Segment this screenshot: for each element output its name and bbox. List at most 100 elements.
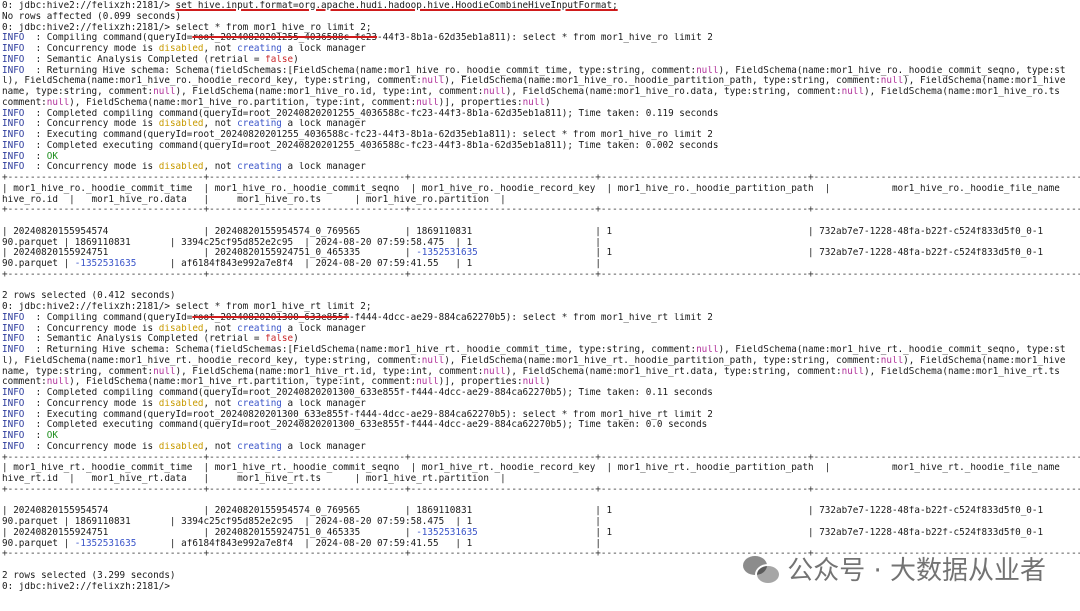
terminal-text-segment: a lock manager xyxy=(281,441,366,452)
terminal-text-segment: : Concurrency mode is xyxy=(30,441,159,452)
terminal-line: INFO : Compiling command(queryId=root_20… xyxy=(0,33,1080,44)
terminal-text-segment: l), FieldSchema(name:mor1_hive_ro._hoodi… xyxy=(2,76,422,87)
terminal-text-segment: creating xyxy=(237,119,282,130)
terminal-line: INFO : Returning Hive schema: Schema(fie… xyxy=(0,345,1080,356)
terminal-line: +-----------------------------------+---… xyxy=(0,205,1080,216)
terminal-text-segment: INFO xyxy=(2,334,30,345)
terminal-text-segment: , not xyxy=(203,441,238,452)
terminal-text-segment: null xyxy=(421,76,445,87)
terminal-text-segment: 2 rows selected (3.299 seconds) xyxy=(2,570,176,581)
terminal-text-segment: disabled xyxy=(158,398,204,409)
terminal-text-segment: | 1 | 732ab7e7-1228-48fa-b22f-c524f833d5… xyxy=(477,248,1044,259)
terminal-text-segment: null xyxy=(153,87,176,97)
terminal-text-segment: OK xyxy=(46,431,58,441)
terminal-text-segment: creating xyxy=(237,162,282,173)
terminal-text-segment: ) xyxy=(544,377,551,388)
terminal-text-segment: -1352531635 xyxy=(416,527,478,538)
terminal-line: INFO : Concurrency mode is disabled, not… xyxy=(0,442,1080,453)
terminal-text-segment: : Semantic Analysis Completed (retrial = xyxy=(30,334,266,345)
terminal-text-segment: name, type:string, comment: xyxy=(2,87,154,97)
wechat-logo-icon xyxy=(743,554,782,585)
terminal-text-segment: creating xyxy=(237,44,282,54)
terminal-line: 90.parquet | 1869110831 | 3394c25cf95d85… xyxy=(0,238,1080,249)
terminal-line: INFO : Concurrency mode is disabled, not… xyxy=(0,162,1080,173)
terminal-text-segment: ), FieldSchema(name:mor1_hive_rt._hoodie… xyxy=(718,345,1066,355)
terminal-text-segment: : Concurrency mode is xyxy=(30,119,159,130)
terminal-output[interactable]: 0: jdbc:hive2://felixzh:2181/> set hive.… xyxy=(0,0,1080,611)
terminal-text-segment: null xyxy=(696,65,719,76)
terminal-text-segment: ), FieldSchema(name:mor1_hive_rt.id, typ… xyxy=(175,366,484,377)
terminal-line: comment: null ), FieldSchema(name:mor1_hiv… xyxy=(0,377,1080,388)
terminal-text-segment: OK xyxy=(46,151,58,162)
terminal-text-segment: root_20240820201300_633e855f xyxy=(192,312,350,323)
terminal-line: name, type:string, comment:null), FieldS… xyxy=(0,367,1080,378)
terminal-text-segment: disabled xyxy=(158,44,204,54)
terminal-text-segment: : Concurrency mode is xyxy=(30,323,159,334)
terminal-line: | 20240820155954574 | 20240820155954574_… xyxy=(0,506,1080,517)
terminal-line: +-----------------------------------+---… xyxy=(0,485,1080,496)
terminal-text-segment: INFO xyxy=(2,345,30,355)
terminal-text-segment: | 20240820155924751 | 20240820155924751_… xyxy=(2,527,417,538)
terminal-text-segment: hive_ro.id | mor1_hive_ro.data | mor1_hi… xyxy=(2,194,506,205)
terminal-text-segment: INFO xyxy=(2,33,30,44)
terminal-line: INFO : OK xyxy=(0,431,1080,442)
terminal-text-segment: INFO xyxy=(2,312,30,323)
terminal-line: INFO : Completed compiling command(query… xyxy=(0,109,1080,120)
terminal-text-segment: comment: xyxy=(2,377,47,388)
terminal-line: name, type:string, comment:null), FieldS… xyxy=(0,87,1080,98)
terminal-text-segment: | mor1_hive_ro._hoodie_commit_time | mor… xyxy=(2,183,1060,194)
terminal-line: +-----------------------------------+---… xyxy=(0,270,1080,281)
terminal-text-segment: )], properties: xyxy=(438,377,523,388)
terminal-text-segment: : Compiling command(queryId= xyxy=(30,312,193,323)
terminal-text-segment: : Completed executing command(queryId=ro… xyxy=(30,420,708,431)
terminal-line: hive_rt.id | mor1_hive_rt.data | mor1_hi… xyxy=(0,474,1080,485)
terminal-text-segment: INFO xyxy=(2,151,30,162)
terminal-text-segment: null xyxy=(841,366,864,377)
terminal-line: INFO : Returning Hive schema: Schema(fie… xyxy=(0,66,1080,77)
terminal-text-segment: ), FieldSchema(name:mor1_hive_rt.data, t… xyxy=(505,366,842,377)
terminal-line: INFO : OK xyxy=(0,152,1080,163)
terminal-text-segment: -1352531635 xyxy=(74,259,137,269)
terminal-text-segment: ), FieldSchema(name:mor1_hive_ro.id, typ… xyxy=(175,87,484,97)
terminal-line: 90.parquet | -1352531635 | af6184f843e99… xyxy=(0,539,1080,550)
terminal-text-segment: disabled xyxy=(158,119,204,130)
terminal-text-segment: null xyxy=(841,87,864,97)
watermark-text: 公众号 · 大数据从业者 xyxy=(787,556,1046,586)
terminal-line: hive_ro.id | mor1_hive_ro.data | mor1_hi… xyxy=(0,195,1080,206)
terminal-text-segment: , not xyxy=(203,44,238,54)
terminal-text-segment: hive_rt.id | mor1_hive_rt.data | mor1_hi… xyxy=(2,474,506,484)
terminal-text-segment: 90.parquet | xyxy=(2,259,75,269)
terminal-text-segment: null xyxy=(153,366,176,377)
terminal-text-segment: | af6184f843e992a7e8f4 | 2024-08-20 07:5… xyxy=(136,259,601,269)
terminal-text-segment: ), FieldSchema(name:mor1_hive_rt.partiti… xyxy=(69,377,417,388)
terminal-text-segment: : Executing command(queryId=root_2024082… xyxy=(30,130,713,140)
terminal-text-segment: ), FieldSchema(name:mor1_hive_ro.ts xyxy=(864,87,1060,97)
terminal-text-segment: root_20240820201255_4036588c-fc23 xyxy=(192,33,378,44)
terminal-text-segment: 0: jdbc:hive2://felixzh:2181/> select * … xyxy=(2,302,372,312)
terminal-text-segment: : Returning Hive schema: Schema(fieldSch… xyxy=(30,65,697,76)
terminal-text-segment: : Completed executing command(queryId=ro… xyxy=(30,140,719,151)
terminal-text-segment: 2 rows selected (0.412 seconds) xyxy=(2,291,176,302)
terminal-text-segment: disabled xyxy=(158,162,204,173)
terminal-text-segment: No rows affected (0.099 seconds) xyxy=(2,11,182,22)
terminal-text-segment: creating xyxy=(237,441,282,452)
terminal-line: INFO : Completed executing command(query… xyxy=(0,141,1080,152)
terminal-text-segment: -1352531635 xyxy=(74,538,137,549)
terminal-text-segment: INFO xyxy=(2,441,30,452)
terminal-line: 0: jdbc:hive2://felixzh:2181/> select * … xyxy=(0,23,1080,34)
terminal-text-segment: 0: jdbc:hive2://felixzh:2181/> xyxy=(2,1,176,11)
terminal-text-segment: null xyxy=(522,377,545,388)
terminal-text-segment: -f444-4dcc-ae29-884ca62270b5): select * … xyxy=(349,312,713,323)
terminal-text-segment: +-----------------------------------+---… xyxy=(2,205,1080,216)
terminal-text-segment: false xyxy=(265,54,294,65)
terminal-text-segment: : Concurrency mode is xyxy=(30,44,159,54)
terminal-text-segment: : Concurrency mode is xyxy=(30,162,159,173)
terminal-text-segment: : Executing command(queryId=root_2024082… xyxy=(30,409,713,420)
terminal-text-segment: INFO xyxy=(2,409,30,420)
terminal-text-segment: ), FieldSchema(name:mor1_hive_ro._hoodie… xyxy=(444,76,881,87)
terminal-text-segment: 0: jdbc:hive2://felixzh:2181/> xyxy=(2,581,176,592)
terminal-line: l), FieldSchema(name:mor1_hive_rt._hoodi… xyxy=(0,356,1080,367)
terminal-line: l), FieldSchema(name:mor1_hive_ro._hoodi… xyxy=(0,76,1080,87)
